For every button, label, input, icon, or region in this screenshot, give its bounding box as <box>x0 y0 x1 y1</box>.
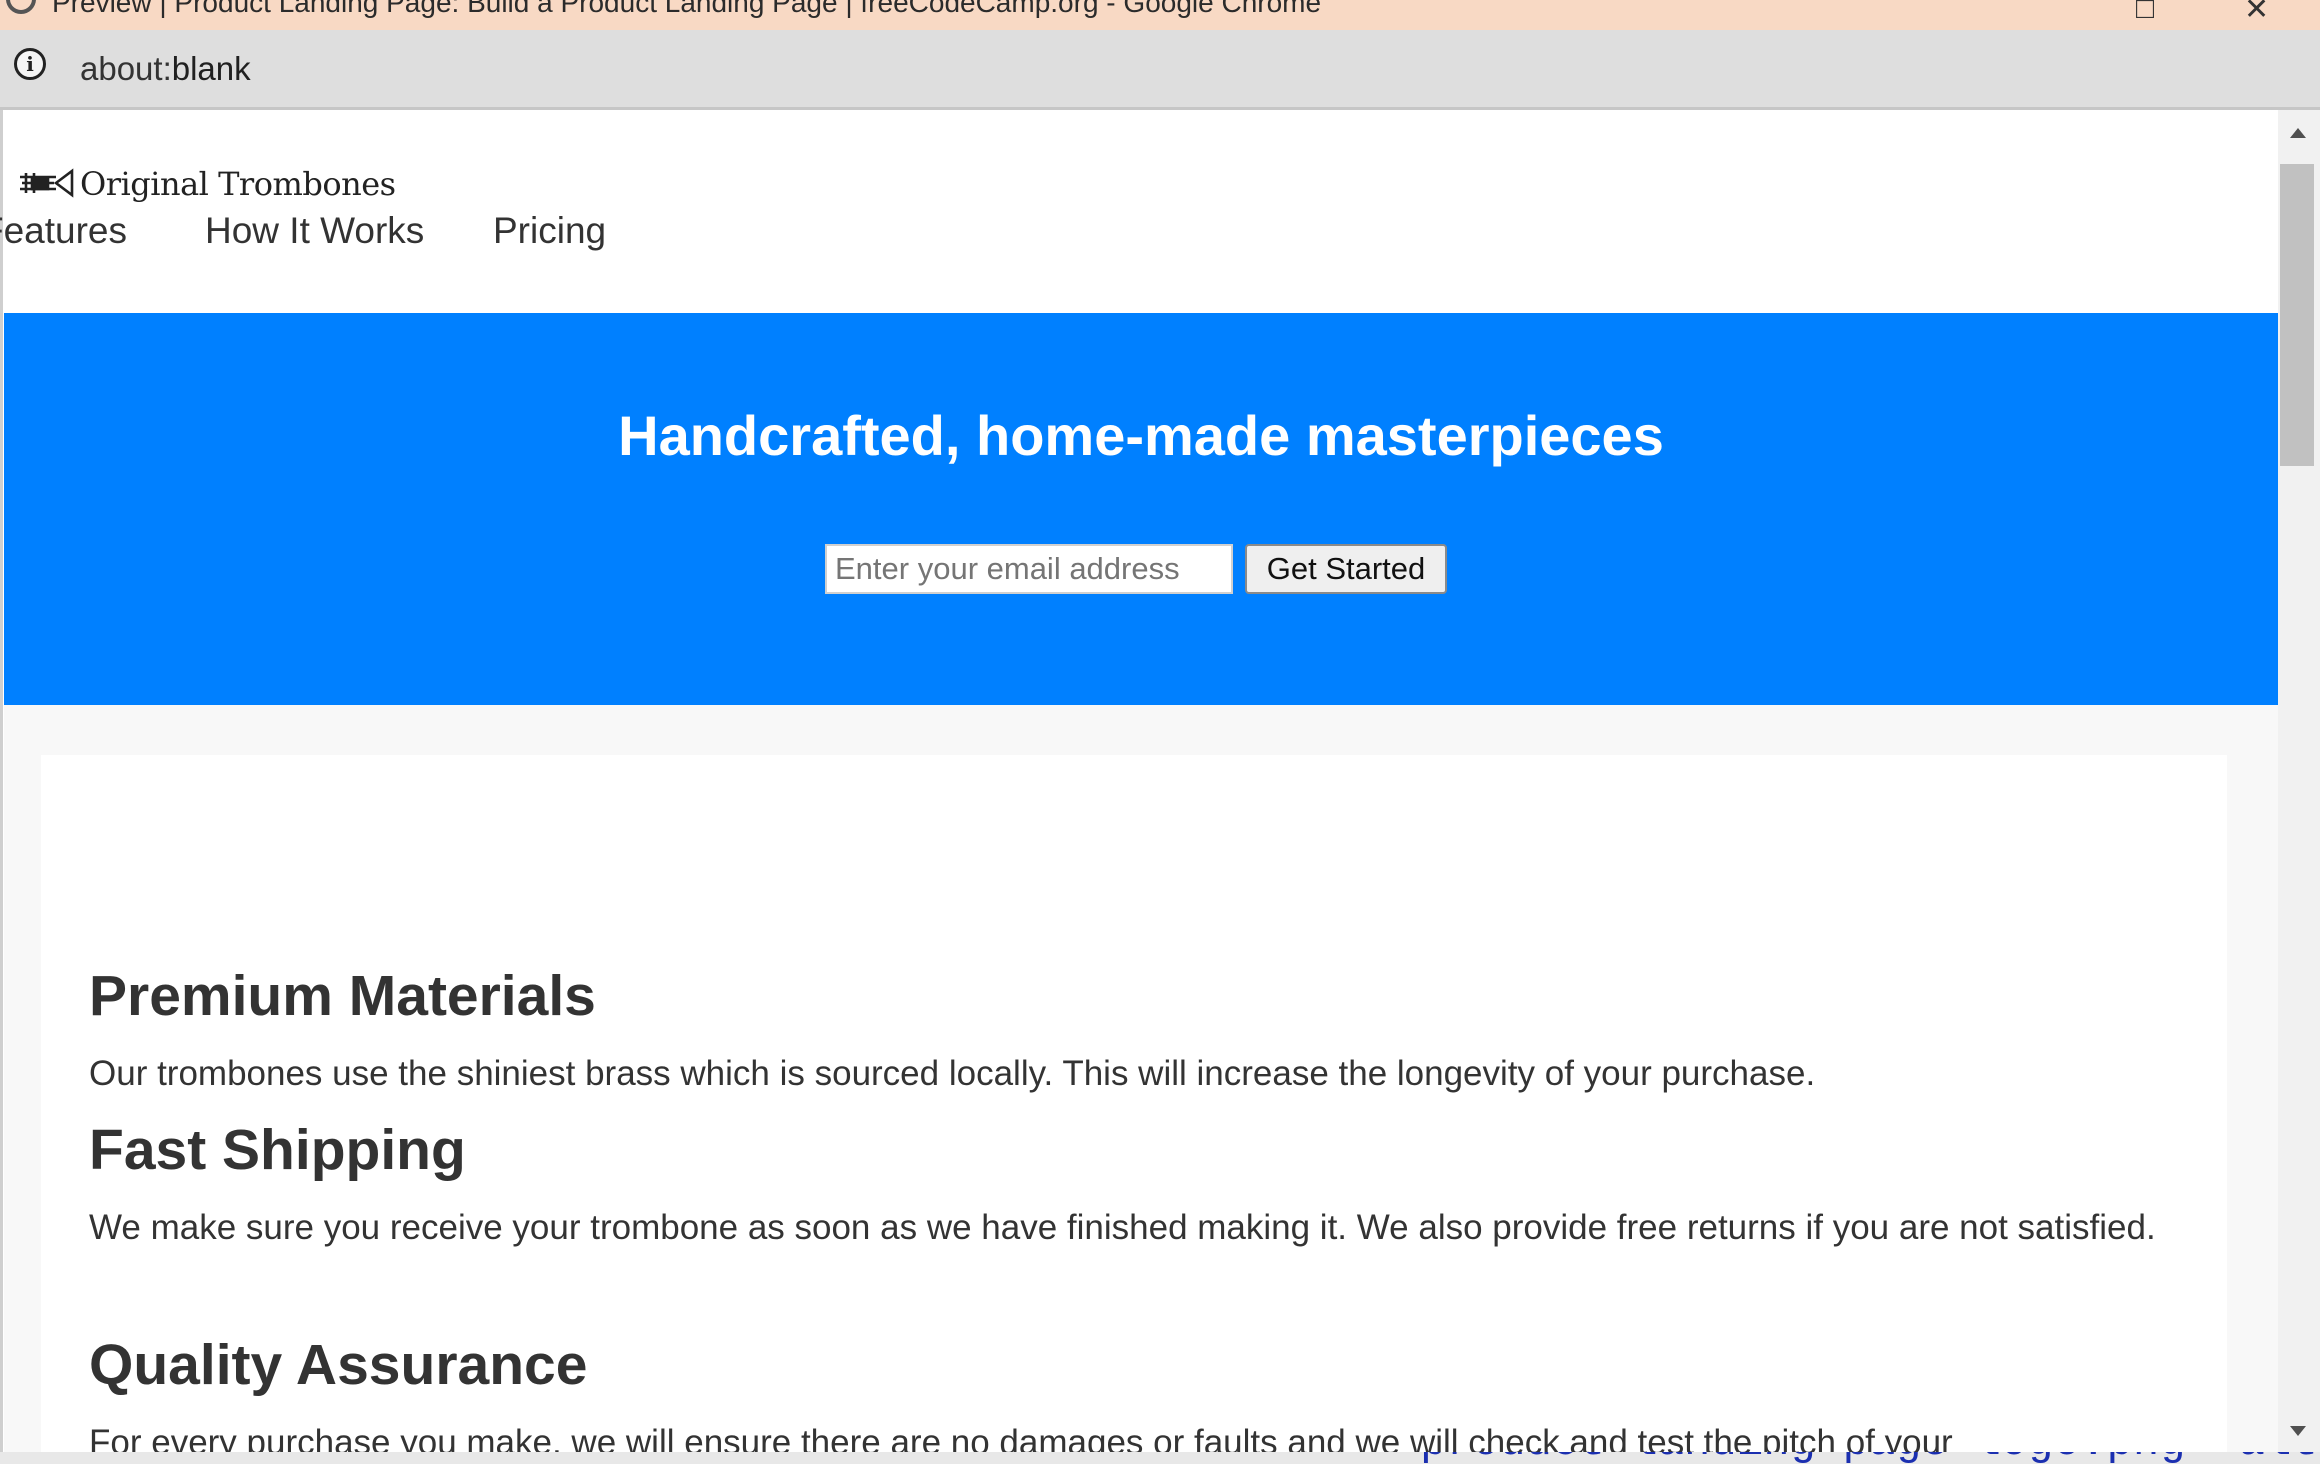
window-title-bar: Preview | Product Landing Page: Build a … <box>0 0 2320 30</box>
trombone-icon <box>20 168 74 198</box>
url-scheme: about: <box>80 50 172 87</box>
window-title: Preview | Product Landing Page: Build a … <box>52 0 1322 18</box>
editor-code-text: product landing page logo.png" alt <box>1420 1452 2318 1464</box>
feature-description: We make sure you receive your trombone a… <box>89 1208 2156 1247</box>
feature-description: Our trombones use the shiniest brass whi… <box>89 1054 1816 1093</box>
feature-description: For every purchase you make, we will ens… <box>89 1423 1953 1454</box>
url-text[interactable]: about:blank <box>80 50 251 88</box>
info-circle-icon[interactable]: i <box>14 48 46 80</box>
feature-title: Quality Assurance <box>89 1333 588 1397</box>
background-editor-strip: product landing page logo.png" alt <box>0 1452 2320 1464</box>
hero-section: Handcrafted, home-made masterpieces Get … <box>4 313 2278 705</box>
features-section: Premium Materials Our trombones use the … <box>41 755 2227 1454</box>
brand-name: Original Trombones <box>80 165 396 203</box>
url-host: blank <box>171 50 251 87</box>
close-icon[interactable]: ✕ <box>2244 0 2269 27</box>
maximize-icon[interactable]: □ <box>2136 0 2154 26</box>
vertical-scrollbar[interactable] <box>2278 110 2320 1454</box>
feature-title: Fast Shipping <box>89 1118 466 1182</box>
scroll-up-arrow-icon[interactable] <box>2290 128 2306 138</box>
nav-link-features[interactable]: Features <box>0 210 127 252</box>
scrollbar-thumb[interactable] <box>2280 164 2314 466</box>
page-viewport: Original Trombones Features How It Works… <box>0 110 2278 1454</box>
brand-logo[interactable]: Original Trombones <box>18 162 396 206</box>
hero-heading: Handcrafted, home-made masterpieces <box>618 404 1664 467</box>
scroll-down-arrow-icon[interactable] <box>2290 1426 2306 1436</box>
address-bar[interactable]: i about:blank <box>0 30 2320 110</box>
chrome-icon <box>6 0 36 14</box>
nav-link-pricing[interactable]: Pricing <box>493 210 606 252</box>
viewport-edge <box>0 110 3 1454</box>
nav-link-how-it-works[interactable]: How It Works <box>205 210 424 252</box>
get-started-button[interactable]: Get Started <box>1245 544 1447 594</box>
email-input[interactable] <box>825 544 1233 594</box>
feature-title: Premium Materials <box>89 964 596 1028</box>
